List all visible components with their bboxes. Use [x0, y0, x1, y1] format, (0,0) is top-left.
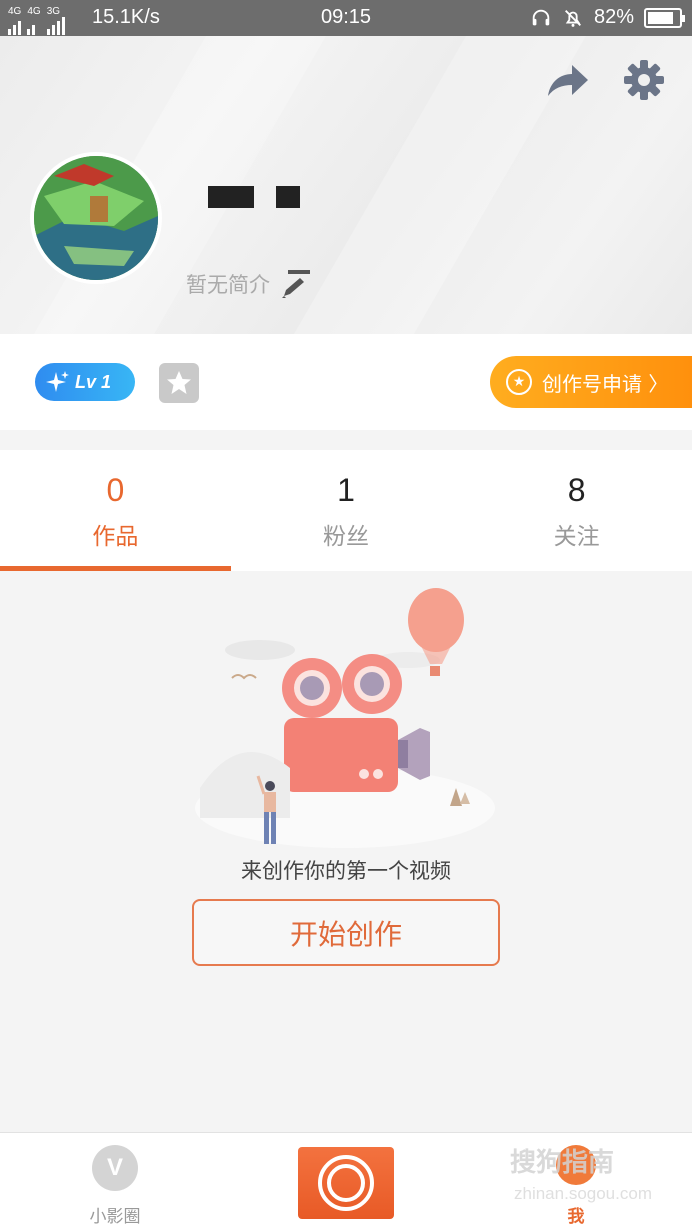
status-right: 82% — [530, 6, 685, 29]
fans-count: 1 — [337, 472, 355, 508]
badge-row: Lv 1 ★ 创作号申请 〉 — [0, 334, 692, 430]
watermark-url: zhinan.sogou.com — [514, 1184, 652, 1203]
level-label: Lv 1 — [75, 371, 112, 392]
circle-v-icon: V — [92, 1145, 138, 1191]
avatar[interactable] — [30, 152, 162, 284]
bio-row[interactable]: 暂无简介 — [186, 268, 310, 300]
star-icon — [167, 371, 191, 394]
muted-bell-icon — [564, 9, 581, 27]
profile-header: 暂无简介 — [0, 36, 692, 334]
empty-state-illustration — [195, 588, 495, 848]
battery-icon — [644, 7, 685, 28]
empty-state-message: 来创作你的第一个视频 — [241, 859, 451, 883]
star-badge[interactable] — [159, 363, 199, 403]
edit-pencil-icon[interactable] — [278, 268, 310, 300]
record-button[interactable] — [298, 1147, 394, 1219]
nav-circle-label: 小影圈 — [89, 1207, 141, 1227]
profile-tabs: 0 作品 1 粉丝 8 关注 — [0, 450, 692, 571]
share-arrow-icon — [548, 65, 588, 96]
redaction-bar — [208, 186, 254, 208]
watermark-logo: 搜狗指南 — [510, 1148, 615, 1178]
avatar-image — [34, 156, 158, 280]
status-bar: 4G 4G 3G 15.1K/s 09:15 82% — [0, 0, 692, 36]
tab-following[interactable]: 8 关注 — [461, 450, 692, 571]
nav-me-label: 我 — [567, 1207, 585, 1227]
share-button[interactable] — [544, 60, 590, 102]
circle-star-icon: ★ — [506, 369, 532, 395]
headset-icon — [532, 9, 550, 25]
record-ring-icon — [318, 1155, 374, 1211]
creator-apply-label: 创作号申请 〉 — [542, 371, 669, 396]
works-count: 0 — [106, 472, 125, 508]
creator-apply-button[interactable]: ★ 创作号申请 〉 — [490, 356, 692, 408]
fans-label: 粉丝 — [323, 524, 369, 550]
level-badge[interactable]: Lv 1 — [35, 363, 135, 401]
tab-works[interactable]: 0 作品 — [0, 450, 231, 571]
battery-fill — [648, 11, 673, 24]
following-label: 关注 — [553, 524, 600, 550]
username-redacted — [208, 186, 300, 208]
bio-text: 暂无简介 — [186, 273, 270, 297]
start-creating-button[interactable]: 开始创作 — [192, 899, 500, 966]
works-label: 作品 — [92, 524, 139, 550]
redaction-bar — [276, 186, 300, 208]
settings-button[interactable] — [622, 58, 666, 102]
nav-item-circle[interactable]: V 小影圈 — [55, 1133, 175, 1230]
header-decoration — [293, 36, 587, 334]
tab-fans[interactable]: 1 粉丝 — [231, 450, 462, 571]
battery-percent: 82% — [593, 6, 634, 28]
gear-icon — [624, 60, 664, 100]
following-count: 8 — [567, 472, 586, 508]
sparkle-icon — [46, 371, 69, 392]
